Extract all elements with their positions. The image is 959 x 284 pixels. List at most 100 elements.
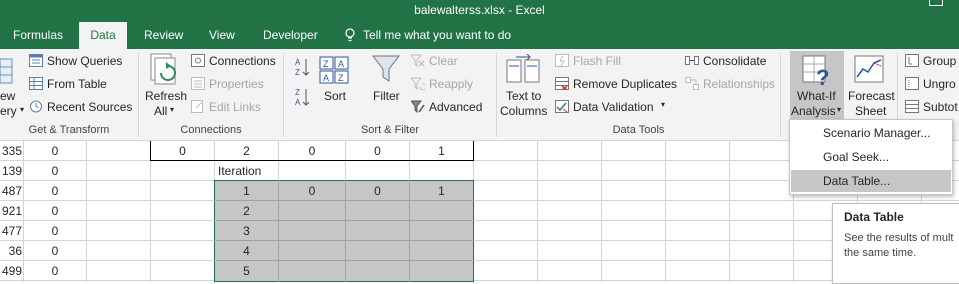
cell-e3[interactable]: 0	[279, 181, 345, 201]
cell-a6[interactable]: 36	[0, 241, 22, 261]
chevron-down-icon[interactable]: ▾	[661, 100, 665, 109]
cell-c1[interactable]: 0	[151, 141, 214, 161]
sort-button[interactable]: Sort	[324, 89, 346, 103]
tab-formulas[interactable]: Formulas	[13, 22, 63, 49]
remove-duplicates-button[interactable]: Remove Duplicates	[573, 77, 677, 91]
connections-button[interactable]: Connections	[209, 54, 276, 68]
ribbon-tab-bar: Formulas Data Review View Developer Tell…	[0, 22, 959, 49]
cell-g1[interactable]: 1	[410, 141, 473, 161]
menu-item-goal-seek[interactable]: Goal Seek...	[791, 146, 951, 168]
subtotal-icon	[905, 100, 919, 113]
reapply-icon	[411, 77, 425, 90]
ungroup-button[interactable]: Ungro	[923, 77, 956, 91]
sort-a-z-icon: A Z	[295, 58, 309, 77]
consolidate-button[interactable]: Consolidate	[703, 54, 766, 68]
group-icon	[905, 54, 919, 67]
tab-data[interactable]: Data	[79, 22, 127, 49]
svg-text:Z: Z	[295, 68, 300, 77]
cell-b6[interactable]: 0	[24, 241, 86, 261]
svg-text:A: A	[295, 58, 301, 67]
clear-filter-icon	[411, 54, 425, 67]
menu-item-data-table[interactable]: Data Table...	[791, 170, 951, 192]
tab-review[interactable]: Review	[144, 22, 183, 49]
cell-d3[interactable]: 1	[215, 181, 278, 201]
menu-item-label: Scenario Manager...	[823, 126, 931, 140]
cell-d5[interactable]: 3	[215, 221, 278, 241]
group-button[interactable]: Group	[923, 54, 956, 68]
recent-sources-button[interactable]: Recent Sources	[47, 100, 132, 114]
new-query-label-2[interactable]: ery	[0, 104, 17, 118]
tooltip-body-line-2: the same time.	[844, 247, 917, 259]
advanced-button[interactable]: Advanced	[429, 100, 482, 114]
forecast-sheet-label-1[interactable]: Forecast	[848, 89, 895, 103]
tab-view[interactable]: View	[209, 22, 235, 49]
cell-b5[interactable]: 0	[24, 221, 86, 241]
consolidate-icon	[685, 56, 699, 65]
cell-a5[interactable]: 477	[0, 221, 22, 241]
what-if-analysis-button[interactable]: ? What-If Analysis ▾	[790, 51, 844, 119]
tab-developer[interactable]: Developer	[263, 22, 318, 49]
cell-a7[interactable]: 499	[0, 261, 22, 281]
cell-f1[interactable]: 0	[346, 141, 409, 161]
sort-z-a-icon: Z A	[295, 88, 309, 107]
cell-b7[interactable]: 0	[24, 261, 86, 281]
reapply-button[interactable]: Reapply	[429, 77, 473, 91]
refresh-all-label-2[interactable]: All	[154, 104, 167, 118]
data-validation-icon	[555, 100, 569, 113]
cell-a4[interactable]: 921	[0, 201, 22, 221]
chevron-down-icon: ▾	[20, 105, 25, 114]
restore-ribbon-icon[interactable]	[929, 0, 943, 6]
cell-b4[interactable]: 0	[24, 201, 86, 221]
what-if-label-1: What-If	[797, 89, 836, 103]
flash-fill-button[interactable]: Flash Fill	[573, 54, 621, 68]
group-label-get-transform: Get & Transform	[28, 124, 110, 136]
new-query-label-1[interactable]: ew	[0, 89, 15, 103]
cell-d1[interactable]: 2	[215, 141, 278, 161]
cell-g3[interactable]: 1	[410, 181, 473, 201]
relationships-button[interactable]: Relationships	[703, 77, 775, 91]
svg-text:A: A	[323, 73, 329, 83]
window-title: balewalterss.xlsx - Excel	[414, 3, 545, 17]
clear-button[interactable]: Clear	[429, 54, 458, 68]
cell-b1[interactable]: 0	[24, 141, 86, 161]
properties-button[interactable]: Properties	[209, 77, 264, 91]
cell-a2[interactable]: 139	[0, 161, 22, 181]
clock-icon	[30, 100, 42, 113]
menu-item-scenario-manager[interactable]: Scenario Manager...	[791, 122, 951, 144]
ungroup-icon	[905, 77, 919, 90]
show-queries-button[interactable]: Show Queries	[47, 54, 122, 68]
cell-d2-iteration[interactable]: Iteration	[218, 161, 298, 181]
cell-b3[interactable]: 0	[24, 181, 86, 201]
edit-links-button[interactable]: Edit Links	[209, 100, 261, 114]
flash-fill-icon	[555, 54, 569, 67]
subtotal-button[interactable]: Subtot	[923, 100, 958, 114]
refresh-all-label-1[interactable]: Refresh	[145, 89, 187, 103]
tooltip: Data Table See the results of mult the s…	[832, 203, 959, 284]
cell-b2[interactable]: 0	[24, 161, 86, 181]
text-to-columns-label-1[interactable]: Text to	[506, 89, 541, 103]
relationships-icon	[685, 77, 699, 90]
cell-d4[interactable]: 2	[215, 201, 278, 221]
cell-f3[interactable]: 0	[346, 181, 409, 201]
new-query-icon	[0, 58, 13, 84]
svg-text:Z: Z	[323, 59, 329, 69]
data-validation-button[interactable]: Data Validation	[573, 100, 654, 114]
cell-d7[interactable]: 5	[215, 261, 278, 281]
filter-icon	[372, 55, 400, 82]
cell-a1[interactable]: 335	[0, 141, 22, 161]
filter-button[interactable]: Filter	[373, 89, 400, 103]
cell-e1[interactable]: 0	[279, 141, 345, 161]
cell-a3[interactable]: 487	[0, 181, 22, 201]
tooltip-body-line-1: See the results of mult	[844, 232, 954, 244]
what-if-analysis-menu: Scenario Manager... Goal Seek... Data Ta…	[789, 119, 953, 195]
chevron-down-icon: ▾	[837, 105, 842, 114]
from-table-icon	[29, 77, 43, 90]
forecast-sheet-label-2[interactable]: Sheet	[855, 104, 886, 118]
text-to-columns-label-2[interactable]: Columns	[500, 104, 547, 118]
text-to-columns-icon	[506, 54, 540, 83]
from-table-button[interactable]: From Table	[47, 77, 107, 91]
forecast-sheet-icon	[854, 55, 884, 83]
cell-d6[interactable]: 4	[215, 241, 278, 261]
svg-text:Z: Z	[338, 73, 344, 83]
svg-text:A: A	[338, 59, 344, 69]
